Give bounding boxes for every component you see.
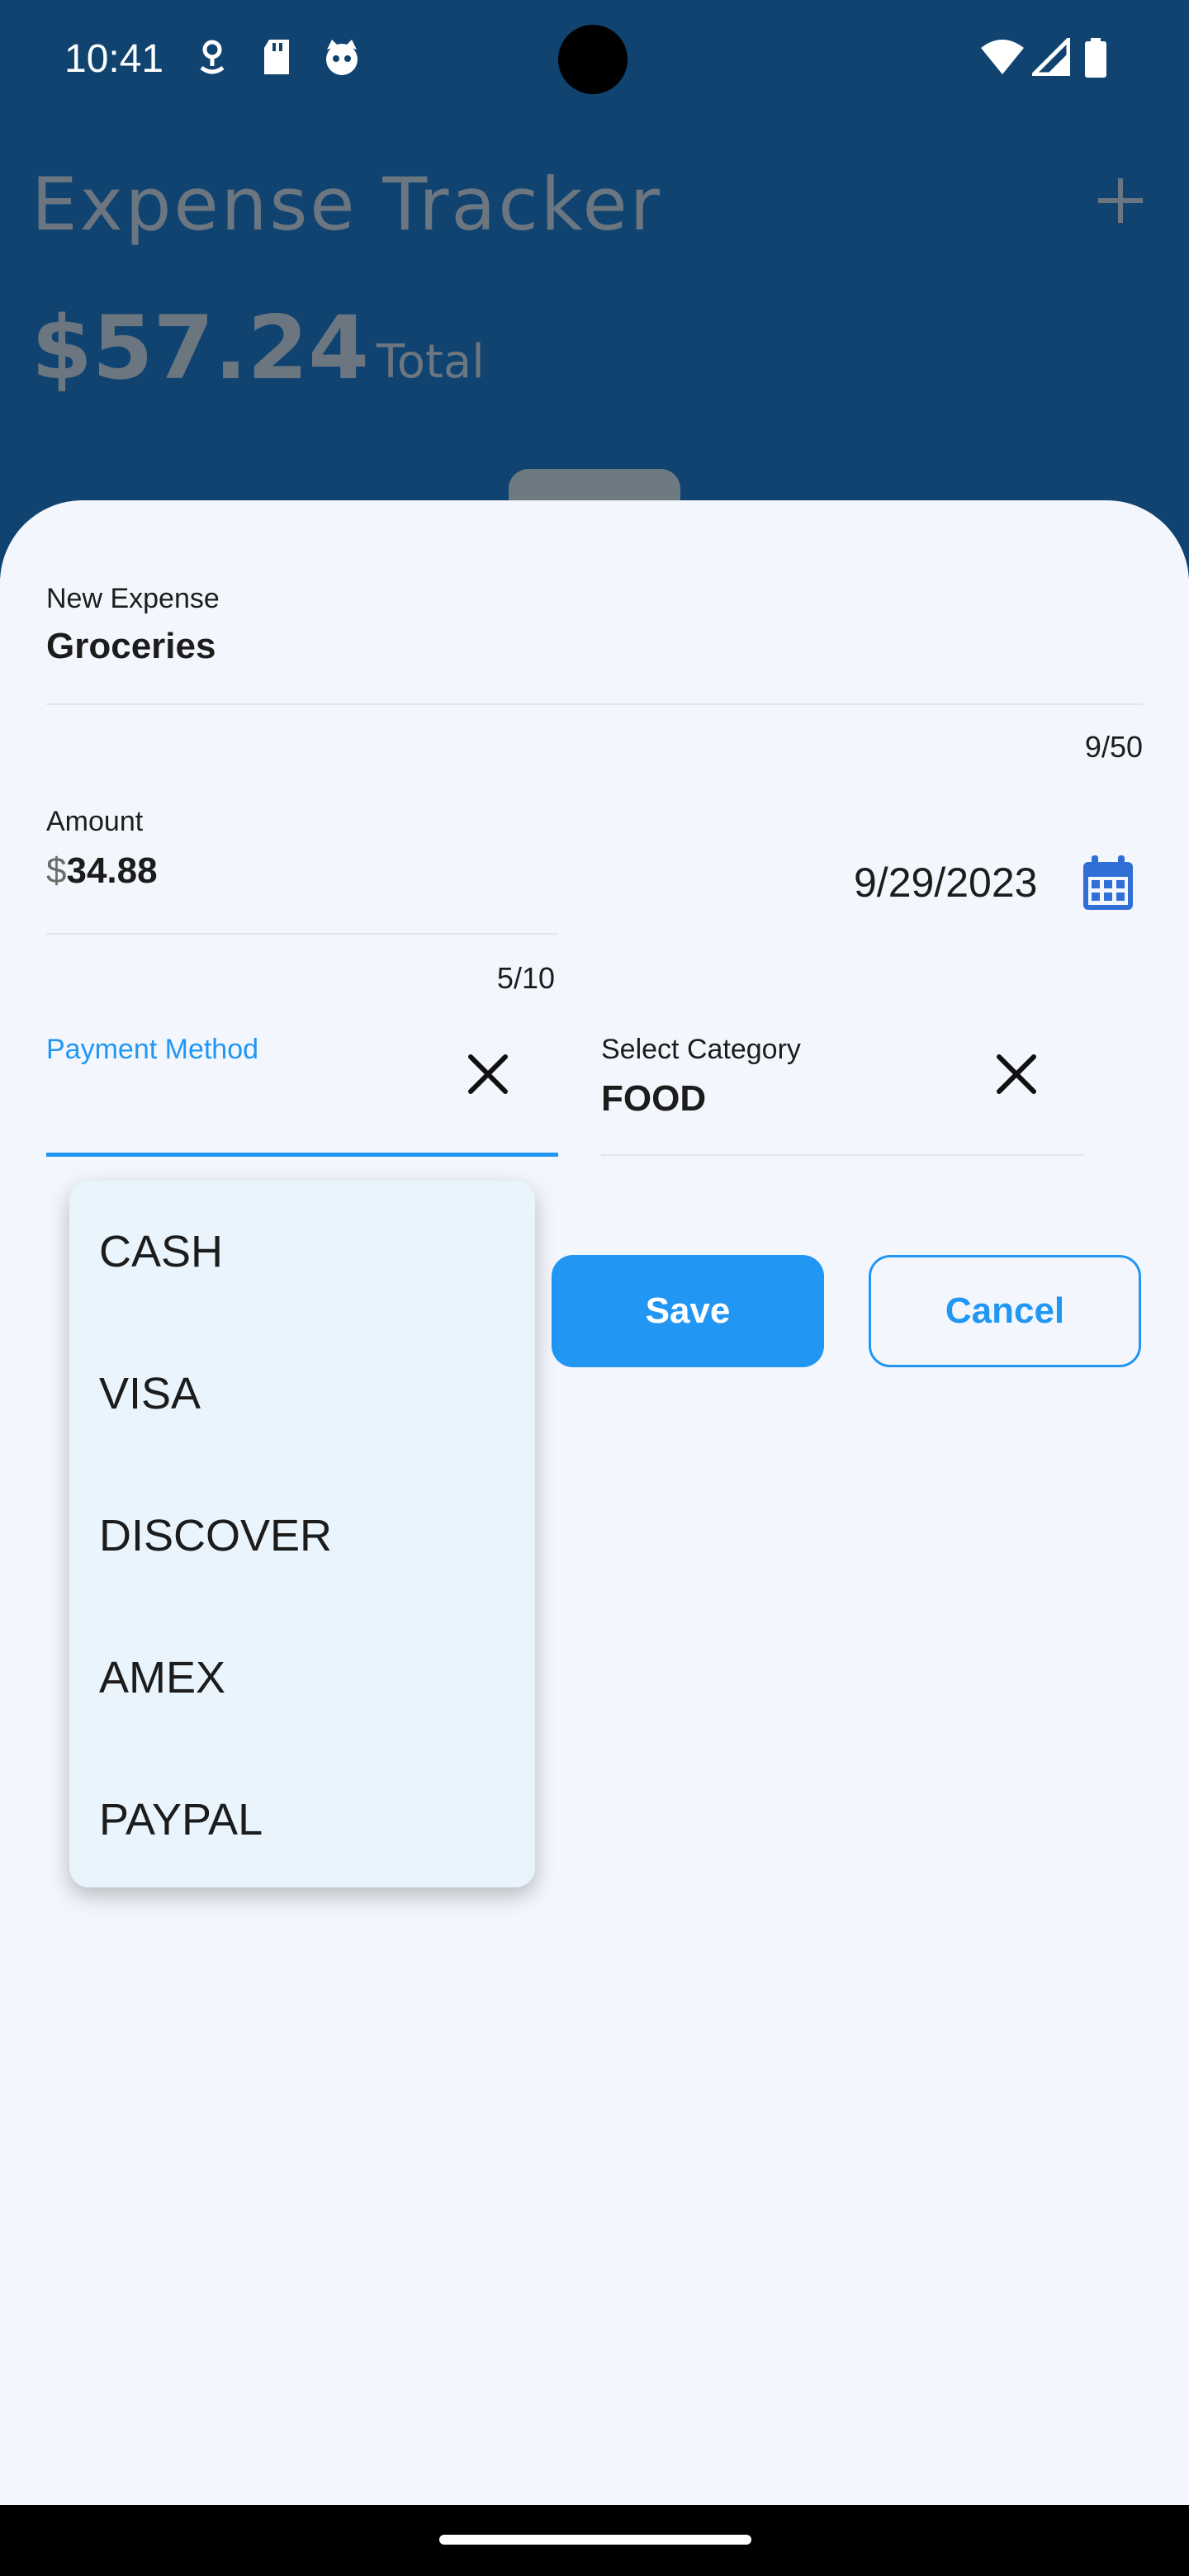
expense-name-input[interactable]: Groceries: [46, 626, 216, 667]
location-icon: [198, 38, 226, 82]
category-input[interactable]: FOOD: [601, 1078, 706, 1120]
cat-face-icon: [322, 38, 362, 82]
calendar-icon[interactable]: [1080, 854, 1136, 917]
wifi-icon: [979, 38, 1026, 80]
app-title: Expense Tracker: [31, 162, 662, 247]
signal-icon: [1028, 34, 1071, 80]
dropdown-option-discover[interactable]: DISCOVER: [69, 1465, 535, 1607]
dropdown-option-paypal[interactable]: PAYPAL: [69, 1749, 535, 1891]
dropdown-option-visa[interactable]: VISA: [69, 1323, 535, 1465]
currency-prefix: $: [46, 850, 67, 891]
status-bar: 10:41: [0, 0, 1189, 116]
save-button[interactable]: Save: [552, 1255, 824, 1367]
camera-cutout: [558, 25, 628, 94]
date-value[interactable]: 9/29/2023: [854, 859, 1037, 907]
payment-method-dropdown: CASH VISA DISCOVER AMEX PAYPAL: [69, 1181, 535, 1887]
plus-icon[interactable]: [1095, 175, 1146, 230]
amount-underline: [46, 933, 558, 935]
amount-value: 34.88: [66, 850, 158, 891]
status-time: 10:41: [64, 37, 164, 81]
sd-card-icon: [261, 38, 292, 80]
expense-name-label: New Expense: [46, 583, 220, 614]
home-indicator[interactable]: [439, 2535, 751, 2545]
dropdown-option-amex[interactable]: AMEX: [69, 1607, 535, 1749]
amount-label: Amount: [46, 806, 144, 837]
category-underline: [601, 1154, 1083, 1156]
clear-payment-method-icon[interactable]: [467, 1054, 509, 1099]
total-label: - Total: [345, 335, 485, 389]
battery-icon: [1083, 38, 1108, 82]
clear-category-icon[interactable]: [996, 1054, 1037, 1099]
amount-input[interactable]: $34.88: [46, 850, 158, 892]
payment-method-input[interactable]: [46, 1073, 459, 1139]
payment-method-underline: [46, 1153, 558, 1157]
expense-name-counter: 9/50: [1084, 730, 1143, 764]
dropdown-option-cash[interactable]: CASH: [69, 1181, 535, 1323]
category-label: Select Category: [601, 1034, 801, 1065]
payment-method-label: Payment Method: [46, 1034, 259, 1065]
amount-counter: 5/10: [496, 961, 555, 995]
cancel-button[interactable]: Cancel: [869, 1255, 1141, 1367]
expense-name-underline: [46, 703, 1143, 705]
total-amount: $57.24: [31, 297, 370, 399]
